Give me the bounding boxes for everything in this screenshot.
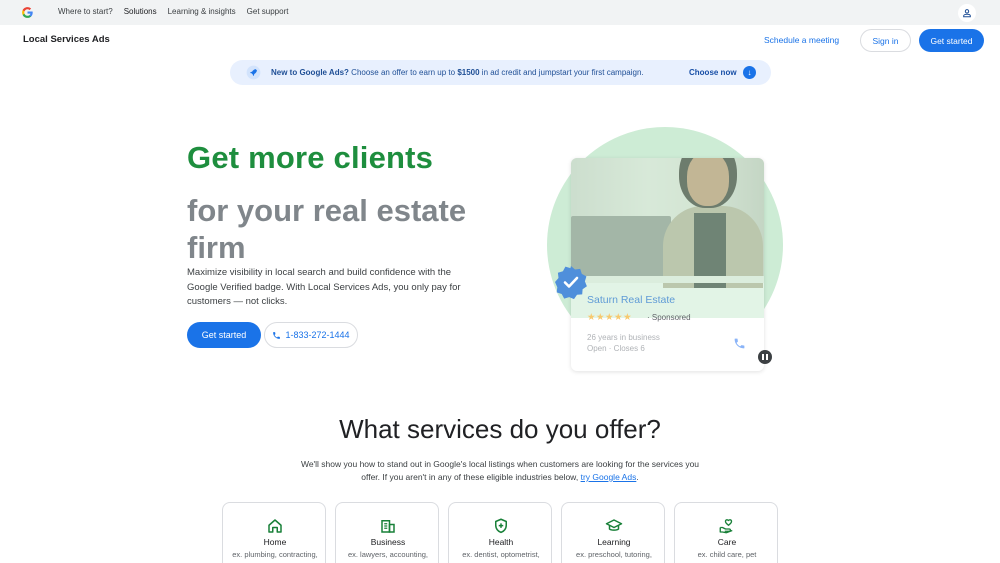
opening-hours: Open · Closes 6 [587,344,645,353]
years-in-business: 26 years in business [587,333,660,342]
home-icon [268,519,282,533]
service-tile-example: ex. dentist, optometrist, [462,550,540,559]
choose-now-link[interactable]: Choose now [689,68,737,77]
heart-hand-icon [719,519,733,534]
service-tile-name: Home [263,537,287,547]
rating-stars: ★★★★★ [587,312,633,323]
arrow-down-icon[interactable]: ↓ [743,66,756,79]
service-tile-example: ex. plumbing, contracting, [232,550,318,559]
promo-lead: New to Google Ads? [271,68,349,77]
product-name[interactable]: Local Services Ads [23,34,110,45]
promo-text-after: in ad credit and jumpstart your first ca… [479,68,644,77]
hero-subtitle: for your real estate firm [187,193,467,265]
account-button[interactable] [958,4,976,22]
global-nav: Where to start? Solutions Learning & ins… [0,0,1000,25]
pause-icon-bar [766,354,768,360]
product-header: Local Services Ads Schedule a meeting Si… [0,25,1000,57]
promo-banner[interactable]: New to Google Ads? Choose an offer to ea… [230,60,771,85]
business-name: Saturn Real Estate [587,294,676,306]
service-tile-business[interactable]: Business ex. lawyers, accounting, [335,502,439,563]
pause-icon [762,354,764,360]
service-tile-learning[interactable]: Learning ex. preschool, tutoring, [561,502,665,563]
services-description-end: . [636,472,639,482]
services-heading: What services do you offer? [339,414,661,444]
promo-amount: $1500 [457,68,480,77]
phone-icon [273,331,281,339]
services-description: We'll show you how to stand out in Googl… [300,458,700,484]
nav-solutions[interactable]: Solutions [124,7,157,16]
nav-get-support[interactable]: Get support [247,7,289,16]
service-tile-example: ex. preschool, tutoring, [576,550,652,559]
service-tile-name: Care [717,537,737,547]
service-tile-example: ex. lawyers, accounting, [347,550,429,559]
building-icon [381,520,395,533]
service-tile-name: Business [370,537,406,547]
service-tile-home[interactable]: Home ex. plumbing, contracting, [222,502,326,563]
services-description-text: We'll show you how to stand out in Googl… [300,459,700,482]
promo-text: New to Google Ads? Choose an offer to ea… [271,68,644,77]
call-button[interactable]: 1-833-272-1444 [264,322,358,348]
google-logo-icon[interactable] [21,6,34,19]
service-tile-example: ex. child care, pet [697,550,757,559]
service-tile-care[interactable]: Care ex. child care, pet [674,502,778,563]
nav-where-to-start[interactable]: Where to start? [58,7,113,16]
services-tiles: Home ex. plumbing, contracting, Business… [222,502,778,563]
hero-description: Maximize visibility in local search and … [187,267,461,308]
get-started-hero-button[interactable]: Get started [187,322,261,348]
graduation-cap-icon [605,519,623,531]
rocket-icon [246,65,261,80]
phone-number: 1-833-272-1444 [285,330,350,340]
service-tile-health[interactable]: Health ex. dentist, optometrist, [448,502,552,563]
nav-learning-insights[interactable]: Learning & insights [168,7,236,16]
service-tile-name: Learning [597,537,631,547]
shield-plus-icon [495,518,507,534]
phone-icon [734,338,745,349]
person-icon [963,9,971,18]
sponsored-label: · Sponsored [647,313,691,322]
hero-title: Get more clients [187,140,434,175]
get-started-header-button[interactable]: Get started [919,29,984,52]
google-verified-badge-icon [555,266,587,299]
service-tile-name: Health [488,537,514,547]
try-google-ads-link[interactable]: try Google Ads [581,472,637,482]
schedule-meeting-link[interactable]: Schedule a meeting [764,35,839,45]
pause-animation-button[interactable] [758,350,772,364]
promo-text-before: Choose an offer to earn up to [348,68,458,77]
sign-in-button[interactable]: Sign in [860,29,911,52]
